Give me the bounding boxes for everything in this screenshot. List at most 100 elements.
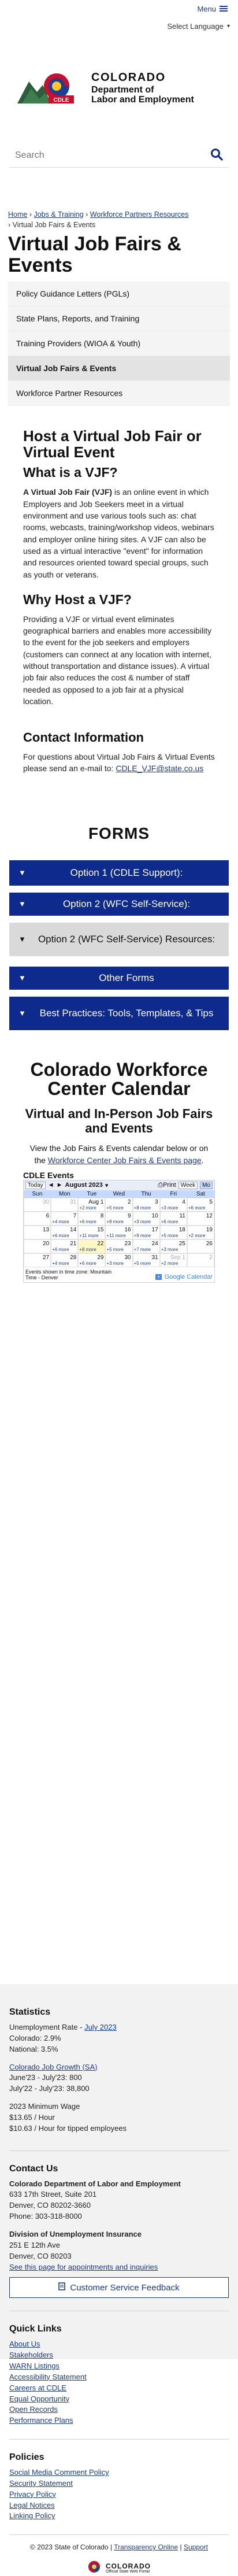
more-events-link[interactable]: +8 more — [134, 1205, 151, 1211]
calendar-day[interactable]: 24 +7 more — [132, 1239, 160, 1253]
more-events-link[interactable]: +4 more — [52, 1261, 69, 1266]
more-events-link[interactable]: +7 more — [134, 1247, 151, 1252]
breadcrumb-home[interactable]: Home — [8, 210, 27, 219]
quick-link-about-us[interactable]: About Us — [9, 2340, 40, 2348]
calendar-day[interactable]: 31 +5 more — [132, 1253, 160, 1267]
today-button[interactable]: Today — [25, 1181, 46, 1189]
breadcrumb-jobs-training[interactable]: Jobs & Training — [34, 210, 83, 219]
more-events-link[interactable]: +3 more — [161, 1205, 178, 1211]
more-events-link[interactable]: +6 more — [52, 1233, 69, 1238]
calendar-day[interactable]: Aug 1 +2 more — [78, 1197, 106, 1212]
accordion-option-2[interactable]: ▼ Option 2 (WFC Self-Service): — [9, 892, 229, 916]
policy-security[interactable]: Security Statement — [9, 2479, 73, 2488]
print-button[interactable]: ⎙Print — [158, 1182, 176, 1189]
contact-email-link[interactable]: CDLE_VJF@state.co.us — [116, 764, 203, 773]
calendar-day[interactable]: 11 +6 more — [159, 1211, 187, 1226]
calendar-day[interactable]: 10 +3 more — [132, 1211, 160, 1226]
calendar-day[interactable]: 20 — [24, 1239, 51, 1253]
policy-social-media[interactable]: Social Media Comment Policy — [9, 2468, 109, 2477]
more-events-link[interactable]: +3 more — [134, 1219, 151, 1224]
quick-link-accessibility[interactable]: Accessibility Statement — [9, 2373, 87, 2381]
more-events-link[interactable]: +5 more — [106, 1205, 124, 1211]
subnav-item-state-plans[interactable]: State Plans, Reports, and Training — [8, 306, 230, 332]
more-events-link[interactable]: +3 more — [161, 1247, 178, 1252]
calendar-day[interactable]: Sep 1 +2 more — [159, 1253, 187, 1267]
transparency-online-link[interactable]: Transparency Online — [114, 2543, 178, 2551]
more-events-link[interactable]: +9 more — [134, 1233, 151, 1238]
menu-button[interactable]: Menu — [197, 5, 228, 13]
week-view-button[interactable]: Week — [178, 1181, 198, 1189]
calendar-day[interactable]: 27 — [24, 1253, 51, 1267]
more-events-link[interactable]: +6 more — [79, 1219, 96, 1224]
calendar-day[interactable]: 6 — [24, 1211, 51, 1226]
next-month-icon[interactable]: ► — [57, 1182, 63, 1189]
subnav-item-virtual-job-fairs[interactable]: Virtual Job Fairs & Events — [8, 356, 230, 382]
quick-link-stakeholders[interactable]: Stakeholders — [9, 2351, 53, 2359]
more-events-link[interactable]: +2 more — [79, 1205, 96, 1211]
search-icon[interactable] — [210, 148, 223, 164]
quick-link-performance-plans[interactable]: Performance Plans — [9, 2416, 73, 2425]
calendar-day[interactable]: 23 +5 more — [105, 1239, 133, 1253]
accordion-option-1[interactable]: ▼ Option 1 (CDLE Support): — [9, 860, 229, 886]
site-logo[interactable]: CDLE COLORADO Department of Labor and Em… — [0, 35, 238, 121]
chevron-down-icon[interactable]: ▾ — [105, 1182, 109, 1189]
search-input[interactable] — [15, 150, 188, 161]
support-link[interactable]: Support — [184, 2543, 208, 2551]
calendar-day[interactable]: 13 — [24, 1225, 51, 1239]
policy-privacy[interactable]: Privacy Policy — [9, 2490, 56, 2499]
calendar-day[interactable]: 16 +11 more — [105, 1225, 133, 1239]
more-events-link[interactable]: +8 more — [106, 1219, 124, 1224]
quick-link-equal-opportunity[interactable]: Equal Opportunity — [9, 2394, 69, 2403]
prev-month-icon[interactable]: ◄ — [48, 1182, 54, 1189]
calendar-day[interactable]: 2 +5 more — [105, 1197, 133, 1212]
breadcrumb-workforce-partners[interactable]: Workforce Partners Resources — [90, 210, 189, 219]
calendar-day[interactable]: 31 — [51, 1197, 79, 1212]
language-select[interactable]: Select Language ▾ — [0, 17, 238, 35]
calendar-day[interactable]: 22 +8 more — [78, 1239, 106, 1253]
accordion-option-2-resources[interactable]: ▼ Option 2 (WFC Self-Service) Resources: — [9, 922, 229, 956]
quick-link-warn-listings[interactable]: WARN Listings — [9, 2362, 60, 2370]
calendar-day[interactable]: 3 +8 more — [132, 1197, 160, 1212]
more-events-link[interactable]: +5 more — [134, 1261, 151, 1266]
calendar-day[interactable]: 15 +11 more — [78, 1225, 106, 1239]
calendar-day[interactable]: 26 — [187, 1239, 214, 1253]
workforce-events-link[interactable]: Workforce Center Job Fairs & Events page — [48, 1156, 202, 1165]
calendar-day[interactable]: 21 +6 more — [51, 1239, 79, 1253]
calendar-day[interactable]: 4 +3 more — [159, 1197, 187, 1212]
calendar-day[interactable]: 7 +4 more — [51, 1211, 79, 1226]
subnav-item-training-providers[interactable]: Training Providers (WIOA & Youth) — [8, 331, 230, 357]
more-events-link[interactable]: +4 more — [52, 1219, 69, 1224]
colorado-portal-logo[interactable]: COLORADO Official State Web Portal — [9, 2560, 229, 2576]
more-events-link[interactable]: +11 more — [79, 1233, 98, 1238]
more-events-link[interactable]: +11 more — [106, 1233, 125, 1238]
calendar-day[interactable]: 12 — [187, 1211, 214, 1226]
calendar-day[interactable]: 5 +6 more — [187, 1197, 214, 1212]
more-events-link[interactable]: +8 more — [79, 1247, 96, 1252]
more-events-link[interactable]: +2 more — [161, 1261, 178, 1266]
calendar-day[interactable]: 30 — [24, 1197, 51, 1212]
calendar-day[interactable]: 2 — [187, 1253, 214, 1267]
unemployment-month-link[interactable]: July 2023 — [84, 2023, 117, 2031]
accordion-other-forms[interactable]: ▼ Other Forms — [9, 966, 229, 990]
subnav-item-workforce-partner-resources[interactable]: Workforce Partner Resources — [8, 381, 230, 406]
calendar-day[interactable]: 9 +8 more — [105, 1211, 133, 1226]
month-view-button[interactable]: Mo — [200, 1181, 213, 1189]
policy-legal-notices[interactable]: Legal Notices — [9, 2501, 55, 2510]
calendar-day[interactable]: 19 +2 more — [187, 1225, 214, 1239]
customer-feedback-button[interactable]: Customer Service Feedback — [9, 2277, 229, 2299]
quick-link-careers[interactable]: Careers at CDLE — [9, 2383, 66, 2392]
more-events-link[interactable]: +6 more — [188, 1205, 206, 1211]
job-growth-link[interactable]: Colorado Job Growth (SA) — [9, 2063, 97, 2071]
calendar-day[interactable]: 18 +5 more — [159, 1225, 187, 1239]
more-events-link[interactable]: +2 more — [188, 1233, 206, 1238]
calendar-day[interactable]: 29 +6 more — [78, 1253, 106, 1267]
google-calendar-button[interactable]: + Google Calendar — [155, 1274, 213, 1280]
calendar-day[interactable]: 17 +9 more — [132, 1225, 160, 1239]
calendar-day[interactable]: 14 +6 more — [51, 1225, 79, 1239]
calendar-day[interactable]: 8 +6 more — [78, 1211, 106, 1226]
appointments-link[interactable]: See this page for appointments and inqui… — [9, 2263, 158, 2271]
more-events-link[interactable]: +6 more — [52, 1247, 69, 1252]
calendar-day[interactable]: 28 +4 more — [51, 1253, 79, 1267]
more-events-link[interactable]: +6 more — [161, 1219, 178, 1224]
subnav-item-pgls[interactable]: Policy Guidance Letters (PGLs) — [8, 282, 230, 307]
